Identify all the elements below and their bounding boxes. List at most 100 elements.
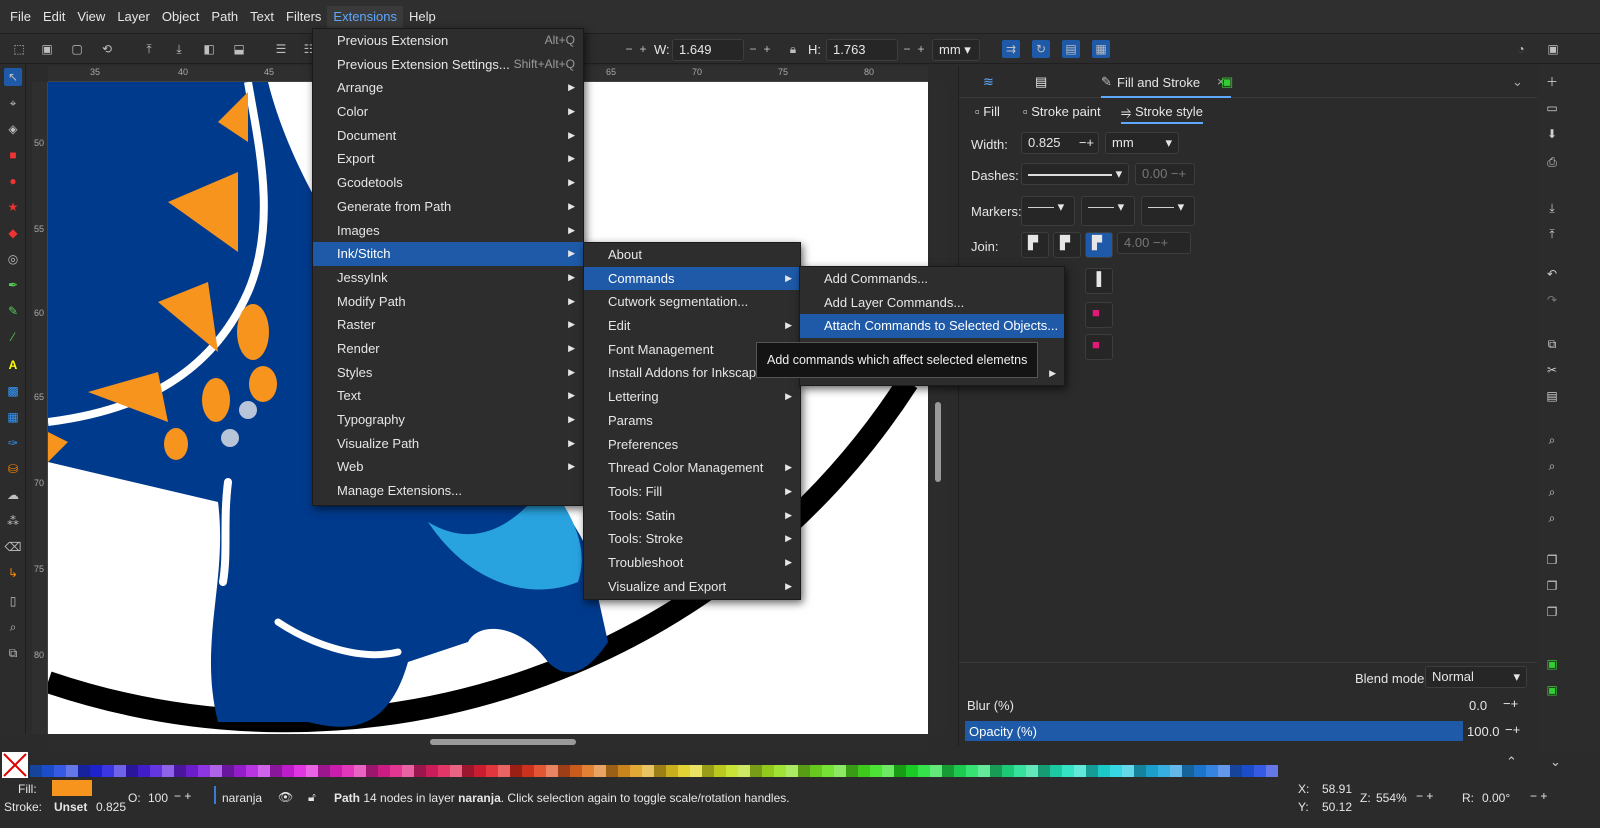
vertical-scroll-thumb[interactable] (935, 402, 941, 482)
color-swatch[interactable] (78, 765, 90, 777)
box3d-tool-icon[interactable]: ◆ (4, 224, 22, 242)
color-swatch[interactable] (726, 765, 738, 777)
zoom-width-icon[interactable]: ⌕ (1544, 510, 1560, 526)
color-swatch[interactable] (966, 765, 978, 777)
color-swatch[interactable] (594, 765, 606, 777)
extensions-menu-item[interactable]: Ink/Stitch ▶ (313, 242, 583, 266)
raise-top-icon[interactable]: ⤒ (140, 40, 158, 58)
color-swatch[interactable] (1002, 765, 1014, 777)
select-all-layers-icon[interactable]: ▣ (38, 40, 56, 58)
color-swatch[interactable] (66, 765, 78, 777)
menu-file[interactable]: File (4, 6, 37, 28)
commands-menu-item[interactable]: Attach Commands to Selected Objects... (800, 314, 1064, 339)
color-swatch[interactable] (1134, 765, 1146, 777)
palette-menu-icon[interactable]: ⌄ (1550, 754, 1561, 770)
layer-visibility-icon[interactable]: 👁︎ (278, 790, 293, 804)
align-icon[interactable]: ☰ (272, 40, 290, 58)
spray-tool-icon[interactable]: ⁂ (4, 512, 22, 530)
open-icon[interactable]: ▭ (1544, 100, 1560, 116)
menu-path[interactable]: Path (205, 6, 244, 28)
color-swatch[interactable] (810, 765, 822, 777)
fill-subtab[interactable]: ▫ Fill (975, 104, 1000, 119)
spiral-tool-icon[interactable]: ◎ (4, 250, 22, 268)
stroke-width-field[interactable]: 0.825 −+ (1021, 132, 1099, 154)
color-swatch[interactable] (1254, 765, 1266, 777)
color-swatch[interactable] (942, 765, 954, 777)
color-swatch[interactable] (1146, 765, 1158, 777)
opacity-stepper-icon[interactable]: −+ (1505, 722, 1520, 737)
inkstitch-menu-item[interactable]: Thread Color Management ▶ (584, 456, 800, 480)
calligraphy-tool-icon[interactable]: ⁄ (4, 328, 22, 346)
color-swatch[interactable] (366, 765, 378, 777)
zoom-value[interactable]: 554% (1376, 791, 1407, 805)
color-swatch[interactable] (870, 765, 882, 777)
extensions-menu-item[interactable]: Images ▶ (313, 219, 583, 243)
y-plus-icon[interactable]: + (634, 40, 652, 58)
redo-icon[interactable]: ↷ (1544, 292, 1560, 308)
extensions-menu-item[interactable]: Modify Path ▶ (313, 290, 583, 314)
color-swatch[interactable] (462, 765, 474, 777)
color-swatch[interactable] (1158, 765, 1170, 777)
color-swatch[interactable] (510, 765, 522, 777)
copy-icon[interactable]: ⧉ (1544, 336, 1560, 352)
color-swatch[interactable] (654, 765, 666, 777)
mesh-tool-icon[interactable]: ▦ (4, 408, 22, 426)
current-layer[interactable]: naranja (222, 791, 262, 805)
cut-icon[interactable]: ✂ (1544, 362, 1560, 378)
extensions-menu-item[interactable]: Raster ▶ (313, 313, 583, 337)
color-swatch[interactable] (258, 765, 270, 777)
horizontal-scrollbar[interactable] (48, 734, 928, 752)
color-swatch[interactable] (522, 765, 534, 777)
miter-limit-field[interactable]: 4.00 −+ (1117, 232, 1191, 254)
panel-menu-icon[interactable]: ⌄ (1512, 74, 1523, 90)
undo-icon[interactable]: ↶ (1544, 266, 1560, 282)
color-swatch[interactable] (606, 765, 618, 777)
inkstitch-menu-item[interactable]: Troubleshoot ▶ (584, 551, 800, 575)
new-document-icon[interactable]: ＋ (1544, 74, 1560, 90)
extensions-menu-item[interactable]: Export ▶ (313, 147, 583, 171)
inkstitch-menu-item[interactable]: Commands ▶ (584, 266, 800, 291)
node-tool-icon[interactable]: ⌖ (4, 94, 22, 112)
color-swatch[interactable] (1122, 765, 1134, 777)
rotate-90-icon[interactable]: ⟲ (98, 40, 116, 58)
color-swatch[interactable] (978, 765, 990, 777)
pages-tool-icon[interactable]: ▯ (4, 592, 22, 610)
cap-square-icon[interactable]: ▐ (1085, 268, 1113, 294)
clone-icon[interactable]: ❐ (1544, 578, 1560, 594)
color-swatch[interactable] (918, 765, 930, 777)
scale-corners-icon[interactable]: ↻ (1032, 40, 1050, 58)
color-swatch[interactable] (858, 765, 870, 777)
extensions-menu-item[interactable]: Previous Extension Settings... Shift+Alt+… (313, 53, 583, 77)
inkstitch-menu-item[interactable]: Tools: Satin ▶ (584, 504, 800, 528)
mid-marker-select[interactable]: —— ▾ (1081, 196, 1135, 226)
color-swatch[interactable] (618, 765, 630, 777)
flip-vertical-icon[interactable]: ⬓ (230, 40, 248, 58)
opacity-status-value[interactable]: 100 (148, 791, 168, 805)
menu-filters[interactable]: Filters (280, 6, 327, 28)
color-swatch[interactable] (834, 765, 846, 777)
extensions-menu-item[interactable]: Text ▶ (313, 384, 583, 408)
color-swatch[interactable] (150, 765, 162, 777)
display-options-icon[interactable]: ▣ (1544, 40, 1562, 58)
paste-icon[interactable]: ▤ (1544, 388, 1560, 404)
color-swatch[interactable] (354, 765, 366, 777)
export-tab-icon[interactable]: ▣ (1221, 74, 1233, 90)
color-swatch[interactable] (1170, 765, 1182, 777)
color-swatch[interactable] (678, 765, 690, 777)
dash-offset-field[interactable]: 0.00 −+ (1135, 163, 1195, 185)
export-icon[interactable]: ⤒ (1544, 226, 1560, 242)
save-icon[interactable]: ⬇ (1544, 126, 1560, 142)
inkstitch-menu-item[interactable]: Cutwork segmentation... (584, 290, 800, 314)
width-field[interactable]: 1.649 (672, 39, 744, 61)
color-swatch[interactable] (210, 765, 222, 777)
color-swatch[interactable] (1266, 765, 1278, 777)
color-swatch[interactable] (954, 765, 966, 777)
zoom-drawing-icon[interactable]: ⌕ (1544, 458, 1560, 474)
w-plus-icon[interactable]: + (758, 40, 776, 58)
color-swatch[interactable] (138, 765, 150, 777)
extensions-menu-item[interactable]: Document ▶ (313, 124, 583, 148)
menu-extensions[interactable]: Extensions (327, 5, 403, 28)
color-swatch[interactable] (714, 765, 726, 777)
color-swatch[interactable] (1218, 765, 1230, 777)
menu-view[interactable]: View (71, 6, 111, 28)
